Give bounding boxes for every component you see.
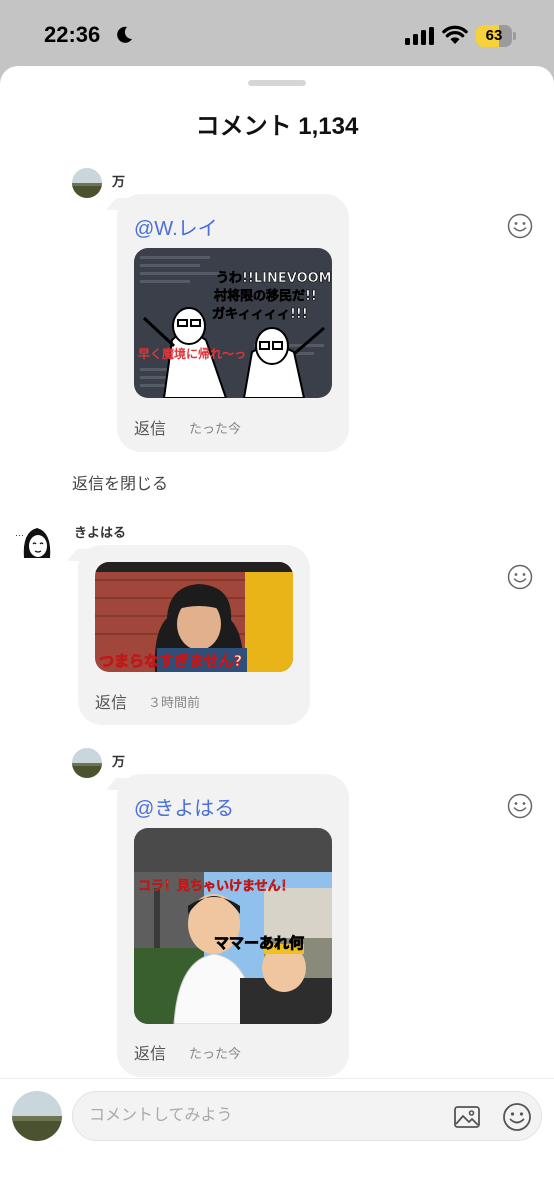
comment-input-field[interactable] — [72, 1091, 542, 1141]
reply-button[interactable]: 返信 — [95, 689, 127, 713]
reply-button[interactable]: 返信 — [134, 415, 166, 439]
sticker-caption: つまらなすぎません? — [99, 652, 242, 670]
comment-sticker[interactable]: つまらなすぎません? — [95, 562, 293, 672]
comment-timestamp: たった今 — [189, 1046, 242, 1061]
sticker-text-line-3: ガキィィィィ!!! — [212, 307, 308, 322]
sticker-text-line-2: 村将限の移民だ!! — [214, 288, 317, 304]
sticker-text-line-1: うわ!!LINEVOOMの — [216, 271, 332, 286]
avatar[interactable] — [72, 168, 102, 198]
close-replies-link[interactable]: 返信を閉じる — [72, 470, 168, 494]
comment-input-bar — [0, 1078, 554, 1199]
moon-icon — [117, 26, 132, 43]
comment-bubble: @きよはる コラ！見ちゃいけません！ ママーあれ何 返信 たった今 — [117, 774, 349, 1077]
avatar[interactable]: ･･･ — [12, 518, 62, 568]
mention-link[interactable]: @きよはる — [134, 792, 234, 821]
my-avatar[interactable] — [12, 1091, 62, 1141]
comment-username[interactable]: 万 — [112, 751, 125, 770]
comment-timestamp: ３時間前 — [148, 695, 201, 710]
mention-link[interactable]: @W.レイ — [134, 212, 218, 241]
comment-username[interactable]: 万 — [112, 171, 125, 190]
image-icon[interactable] — [453, 1103, 481, 1131]
comment-sticker[interactable]: コラ！見ちゃいけません！ ママーあれ何 — [134, 828, 332, 1024]
emoji-icon[interactable] — [502, 1102, 532, 1132]
sticker-caption-2: ママーあれ何 — [214, 934, 304, 952]
signal-icon — [405, 27, 434, 45]
smiley-icon[interactable] — [507, 213, 533, 239]
sheet-grabber[interactable] — [248, 80, 306, 86]
battery-percent: 63 — [485, 27, 503, 44]
comment-username[interactable]: きよはる — [74, 522, 126, 541]
comment-bubble: つまらなすぎません? 返信 ３時間前 — [78, 545, 310, 725]
avatar[interactable] — [72, 748, 102, 778]
battery-indicator: 63 — [476, 25, 516, 47]
sheet-title: コメント 1,134 — [195, 113, 359, 140]
comment-input[interactable] — [89, 1092, 449, 1140]
comment-timestamp: たった今 — [189, 421, 242, 436]
comment-bubble: @W.レイ うわ!!LINEVOOMの 村将限の移民だ!! ガキィィィィ!!! … — [117, 194, 349, 452]
svg-text:･･･: ･･･ — [15, 533, 24, 540]
comments-sheet: コメント 1,134 万 @W.レイ うわ!!LINEVOOMの 村将限の移民だ… — [0, 66, 554, 1199]
sticker-caption: 早く魔境に帰れ〜っ — [138, 346, 246, 361]
reply-button[interactable]: 返信 — [134, 1040, 166, 1064]
wifi-icon — [442, 25, 468, 44]
comment-sticker[interactable]: うわ!!LINEVOOMの 村将限の移民だ!! ガキィィィィ!!! 早く魔境に帰… — [134, 248, 332, 398]
status-time: 22:36 — [44, 22, 101, 47]
smiley-icon[interactable] — [507, 564, 533, 590]
status-bar: 22:36 63 — [0, 0, 554, 66]
sticker-caption: コラ！見ちゃいけません！ — [138, 879, 294, 894]
smiley-icon[interactable] — [507, 793, 533, 819]
